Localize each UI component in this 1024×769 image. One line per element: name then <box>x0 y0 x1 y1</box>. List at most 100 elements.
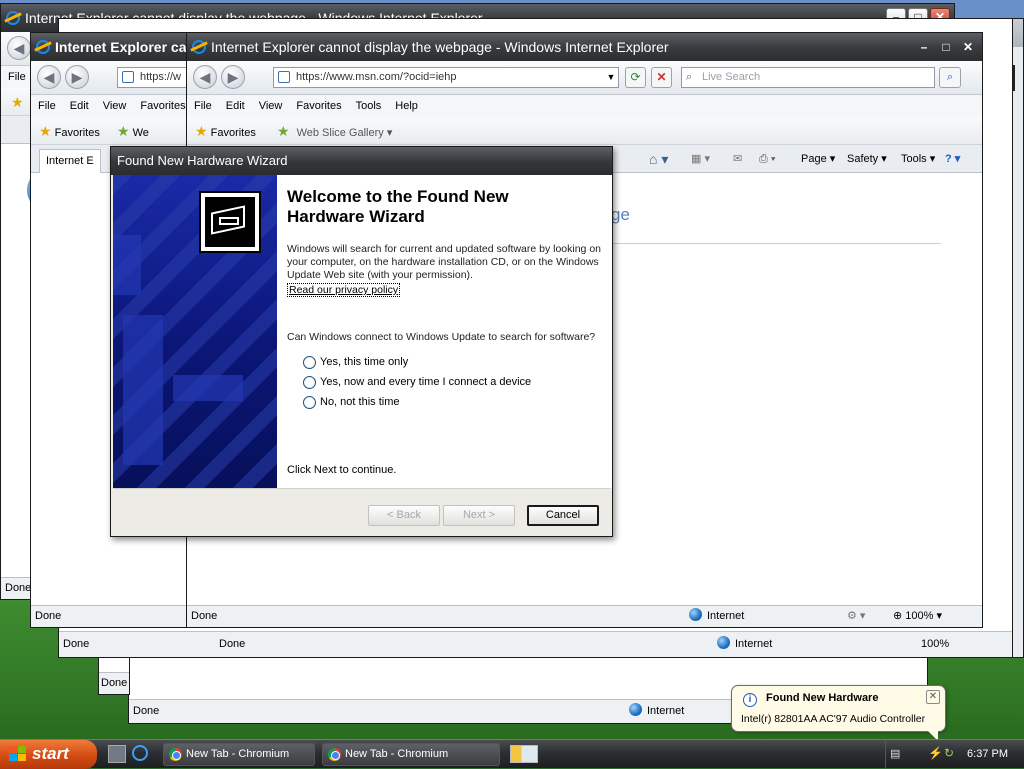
search-input[interactable]: ⌕ Live Search <box>681 67 935 88</box>
cancel-button[interactable]: Cancel <box>527 505 599 526</box>
search-icon[interactable]: ⌕ <box>939 67 961 88</box>
option-yes-this-time[interactable]: Yes, this time only <box>303 356 602 369</box>
clock[interactable]: 6:37 PM <box>967 740 1008 768</box>
page-heading-partial: ge <box>611 205 630 224</box>
minimize-button[interactable]: – <box>914 38 934 57</box>
forward-arrow-icon[interactable]: ▶ <box>221 65 245 89</box>
quicklaunch-ie-icon[interactable] <box>132 745 148 761</box>
nav-bar: ◀ ▶ https://w <box>31 61 189 95</box>
favorites-star-icon[interactable]: ★ <box>39 123 52 139</box>
page-menu[interactable]: Page ▾ <box>801 145 835 173</box>
start-label: start <box>32 744 69 763</box>
quicklaunch-desktop-icon[interactable] <box>108 745 126 763</box>
internet-globe-icon <box>717 636 730 649</box>
wizard-question: Can Windows connect to Windows Update to… <box>287 331 596 343</box>
favorites-label[interactable]: Favorites <box>55 127 100 139</box>
hardware-tray-icon[interactable]: ⚡ <box>928 746 943 760</box>
ie-window-front-titlebar[interactable]: Internet Explorer cannot display the web… <box>187 33 982 61</box>
web-slice-gallery[interactable]: Web Slice Gallery ▾ <box>297 127 393 139</box>
taskbar-item-chromium-1[interactable]: New Tab - Chromium <box>163 743 315 766</box>
tab-active[interactable]: Internet E <box>39 149 101 173</box>
home-icon[interactable]: ⌂ ▾ <box>649 145 668 173</box>
refresh-icon[interactable]: ⟳ <box>625 67 646 88</box>
back-arrow-icon[interactable]: ◀ <box>7 36 31 60</box>
back-button[interactable]: < Back <box>368 505 440 526</box>
radio-button[interactable] <box>303 356 316 369</box>
forward-arrow-icon[interactable]: ▶ <box>65 65 89 89</box>
status-done: Done <box>133 705 160 717</box>
menu-help[interactable]: Help <box>388 95 425 117</box>
stop-icon[interactable]: ✕ <box>651 67 672 88</box>
menu-view[interactable]: View <box>96 95 134 117</box>
option-no-not-this-time[interactable]: No, not this time <box>303 396 602 409</box>
menu-view[interactable]: View <box>252 95 290 117</box>
favorites-star-icon[interactable]: ★ <box>195 123 208 139</box>
menu-bar: File Edit View Favorites Tools Help <box>187 95 982 117</box>
zoom-level[interactable]: ⊕ 100% ▾ <box>893 606 942 627</box>
menu-edit[interactable]: Edit <box>219 95 252 117</box>
menu-file[interactable]: File <box>31 95 63 117</box>
found-new-hardware-balloon[interactable]: i Found New Hardware ✕ Intel(r) 82801AA … <box>731 685 946 741</box>
radio-button[interactable] <box>303 396 316 409</box>
tools-menu-label: Tools <box>901 153 927 165</box>
web-slice-partial[interactable]: We <box>133 127 149 139</box>
status-zone-label: Internet <box>735 638 773 650</box>
protected-mode-icon[interactable]: ⚙ ▾ <box>847 606 865 627</box>
option-yes-every-time[interactable]: Yes, now and every time I connect a devi… <box>303 376 602 389</box>
close-button[interactable]: ✕ <box>958 38 978 57</box>
wizard-titlebar[interactable]: Found New Hardware Wizard <box>111 147 612 175</box>
menu-tools[interactable]: Tools <box>349 95 389 117</box>
status-done: Done <box>101 677 128 689</box>
favorites-label[interactable]: Favorites <box>211 127 256 139</box>
feeds-icon[interactable]: ▦ ▾ <box>691 145 710 173</box>
next-button[interactable]: Next > <box>443 505 515 526</box>
status-zone-label: Internet <box>647 705 685 717</box>
help-icon[interactable]: ? ▾ <box>945 145 960 173</box>
ie-logo-icon <box>6 11 20 25</box>
click-next-text: Click Next to continue. <box>287 464 397 476</box>
address-bar[interactable]: https://w <box>117 67 189 88</box>
menu-favorites[interactable]: Favorites <box>289 95 348 117</box>
status-done: Done <box>35 610 62 622</box>
keyboard-icon[interactable]: ▤ <box>890 747 900 760</box>
menu-bar: File Edit View Favorites <box>31 95 189 117</box>
ie-window-middle-titlebar[interactable]: Internet Explorer cannot display the web… <box>31 33 189 61</box>
favorites-star-icon[interactable]: ★ <box>11 94 24 110</box>
menu-edit[interactable]: Edit <box>63 95 96 117</box>
status-bar: Done <box>99 672 129 694</box>
menu-file[interactable]: File <box>187 95 219 117</box>
info-icon: i <box>743 693 757 707</box>
zoom-level[interactable]: 100% <box>921 632 949 657</box>
address-dropdown-icon[interactable]: ▼ <box>603 68 619 87</box>
tools-menu[interactable]: Tools ▾ <box>901 145 935 173</box>
mail-icon[interactable]: ✉ <box>733 145 742 173</box>
address-bar[interactable]: https://www.msn.com/?ocid=iehp <box>273 67 619 88</box>
found-new-hardware-wizard[interactable]: Found New Hardware Wizard Welcome to the… <box>110 146 613 537</box>
add-favorite-icon[interactable]: ★ <box>277 123 290 139</box>
page-icon <box>278 71 290 83</box>
maximize-button[interactable]: □ <box>936 38 956 57</box>
privacy-policy-link[interactable]: Read our privacy policy <box>287 283 401 297</box>
wizard-intro: Windows will search for current and upda… <box>287 243 601 281</box>
network-tray-icon[interactable]: ↻ <box>944 746 954 760</box>
start-button[interactable]: start <box>0 740 97 769</box>
balloon-close-icon[interactable]: ✕ <box>926 690 940 704</box>
menu-file[interactable]: File <box>1 66 33 88</box>
status-done: Done <box>5 582 32 594</box>
ie-logo-icon <box>192 40 206 54</box>
radio-button[interactable] <box>303 376 316 389</box>
print-icon[interactable]: ⎙ ▾ <box>759 145 775 173</box>
back-arrow-icon[interactable]: ◀ <box>37 65 61 89</box>
task-label: New Tab - Chromium <box>186 748 290 760</box>
taskbar-item-chromium-2[interactable]: New Tab - Chromium <box>322 743 500 766</box>
hardware-icon <box>199 191 261 253</box>
wizard-title: Found New Hardware Wizard <box>117 153 288 168</box>
taskbar-item-window[interactable] <box>510 745 538 763</box>
back-arrow-icon[interactable]: ◀ <box>193 65 217 89</box>
status-bar: Done Internet ⚙ ▾ ⊕ 100% ▾ <box>187 605 982 627</box>
add-favorite-icon[interactable]: ★ <box>117 123 130 139</box>
safety-menu[interactable]: Safety ▾ <box>847 145 887 173</box>
menu-favorites[interactable]: Favorites <box>133 95 189 117</box>
status-zone: Internet <box>717 632 772 657</box>
status-zone: Internet <box>689 606 744 627</box>
